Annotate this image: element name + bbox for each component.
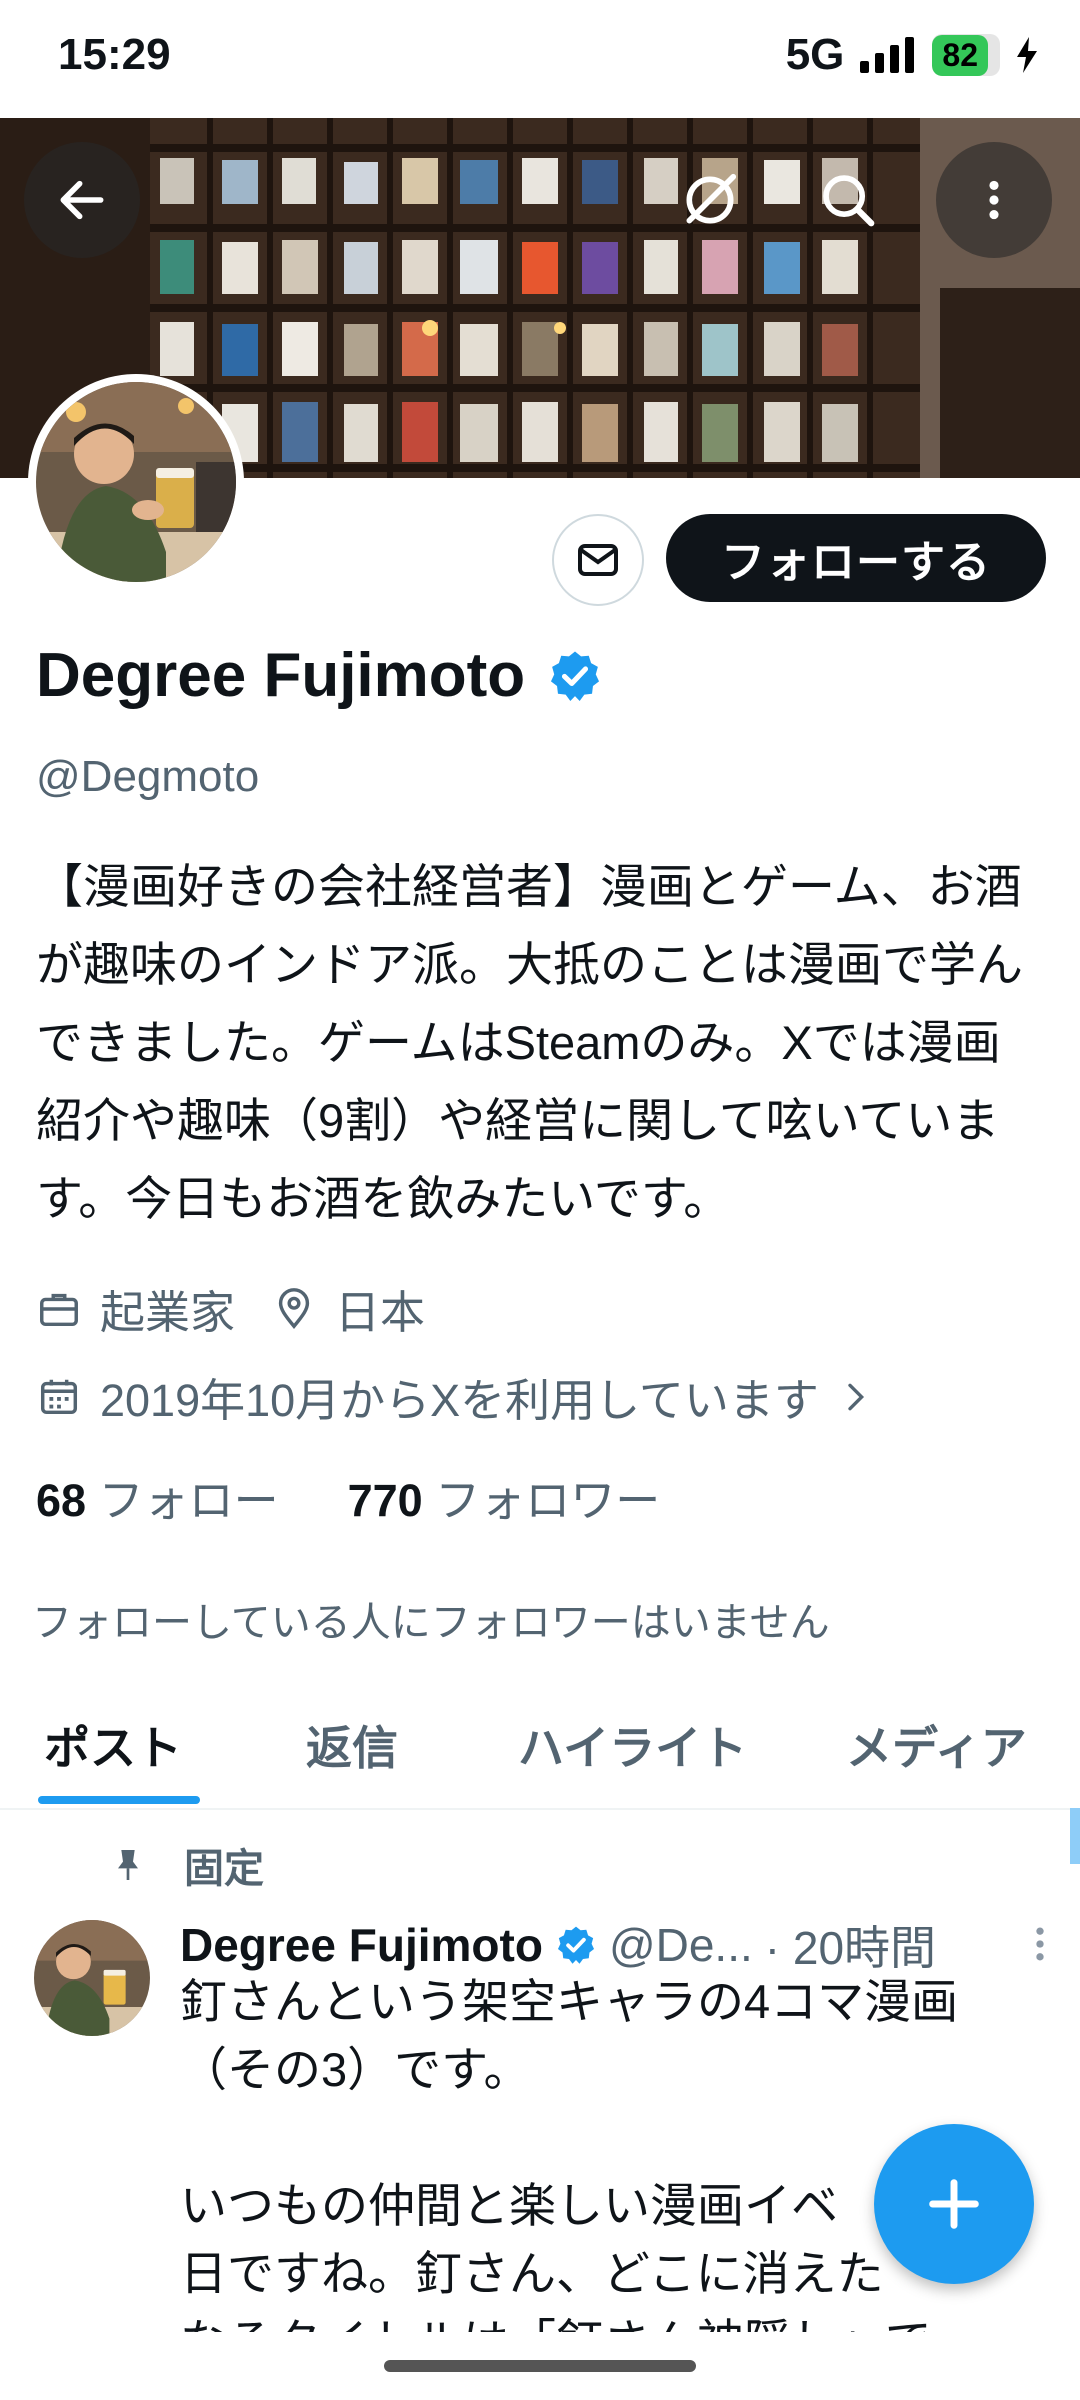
profile-meta-row: 起業家 日本 — [36, 1276, 425, 1341]
location-pin-icon — [278, 1287, 310, 1329]
followers-label: フォロワー — [435, 1475, 661, 1526]
signal-icon — [860, 37, 915, 73]
message-button[interactable] — [552, 514, 644, 606]
profile-bio: 【漫画好きの会社経営者】漫画とゲーム、お酒が趣味のインドア派。大抵のことは漫画で… — [36, 860, 1023, 1225]
tab-media[interactable]: メディア — [846, 1712, 1027, 1778]
verified-badge-icon — [557, 1926, 594, 1964]
compose-post-button[interactable] — [874, 2124, 1034, 2284]
profile-name-row: Degree Fujimoto — [36, 640, 603, 711]
profile-location: 日本 — [335, 1287, 426, 1338]
scrollbar[interactable] — [1070, 1808, 1080, 1864]
back-button[interactable] — [24, 142, 140, 258]
status-bar: 15:29 5G 82 — [0, 0, 1080, 118]
search-icon — [823, 175, 875, 227]
grok-icon — [686, 173, 737, 224]
chevron-right-icon — [848, 1383, 864, 1410]
tab-posts[interactable]: ポスト — [44, 1712, 182, 1778]
home-indicator[interactable] — [384, 2360, 696, 2372]
briefcase-icon — [40, 1293, 78, 1326]
mutual-followers-note: フォローしている人にフォロワーはいません — [32, 1601, 830, 1645]
more-vertical-icon — [989, 180, 999, 220]
active-tab-indicator — [38, 1796, 200, 1804]
arrow-left-icon — [60, 180, 104, 220]
post-author-handle: @De... — [608, 1919, 753, 1971]
profile-tabs: ポスト 返信 ハイライト メディア — [0, 1700, 1080, 1810]
followers-count: 770 — [347, 1475, 423, 1526]
pinned-label-row: 固定 — [108, 1836, 264, 1894]
verified-badge-icon[interactable] — [547, 648, 603, 704]
more-vertical-icon — [1036, 1927, 1044, 1961]
tab-replies[interactable]: 返信 — [306, 1712, 398, 1778]
search-button[interactable] — [790, 142, 906, 258]
post-author-avatar[interactable] — [34, 1920, 150, 2036]
status-indicators: 5G 82 — [786, 30, 1040, 80]
followers-link[interactable]: 770 フォロワー — [348, 1475, 661, 1526]
tab-highlights[interactable]: ハイライト — [518, 1712, 747, 1778]
follow-counts: 68 フォロー 770 フォロワー — [36, 1464, 660, 1529]
charging-bolt-icon — [1017, 37, 1037, 73]
follow-button[interactable]: フォローする — [666, 514, 1046, 602]
profile-handle: @Degmoto — [36, 752, 260, 801]
following-link[interactable]: 68 フォロー — [36, 1475, 279, 1526]
battery-level: 82 — [932, 34, 988, 76]
network-type: 5G — [785, 30, 845, 79]
following-count: 68 — [36, 1475, 87, 1526]
status-time: 15:29 — [58, 30, 171, 79]
pin-icon — [118, 1850, 138, 1880]
calendar-icon — [40, 1379, 78, 1414]
profile-joined: 2019年10月からXを利用しています — [100, 1375, 819, 1426]
plus-icon — [929, 2179, 979, 2229]
more-options-button[interactable] — [936, 142, 1052, 258]
profile-joined-row[interactable]: 2019年10月からXを利用しています — [36, 1364, 875, 1429]
profile-occupation: 起業家 — [100, 1287, 236, 1338]
pinned-label: 固定 — [184, 1847, 264, 1891]
post-author-name[interactable]: Degree Fujimoto — [180, 1918, 543, 1972]
profile-name: Degree Fujimoto — [36, 641, 526, 710]
avatar-photo — [36, 382, 236, 582]
profile-avatar[interactable] — [28, 374, 244, 590]
mail-icon — [578, 544, 618, 576]
following-label: フォロー — [98, 1475, 279, 1526]
post-more-button[interactable] — [1030, 1922, 1050, 1971]
grok-button[interactable] — [652, 142, 768, 258]
battery-indicator: 82 — [932, 34, 1000, 76]
